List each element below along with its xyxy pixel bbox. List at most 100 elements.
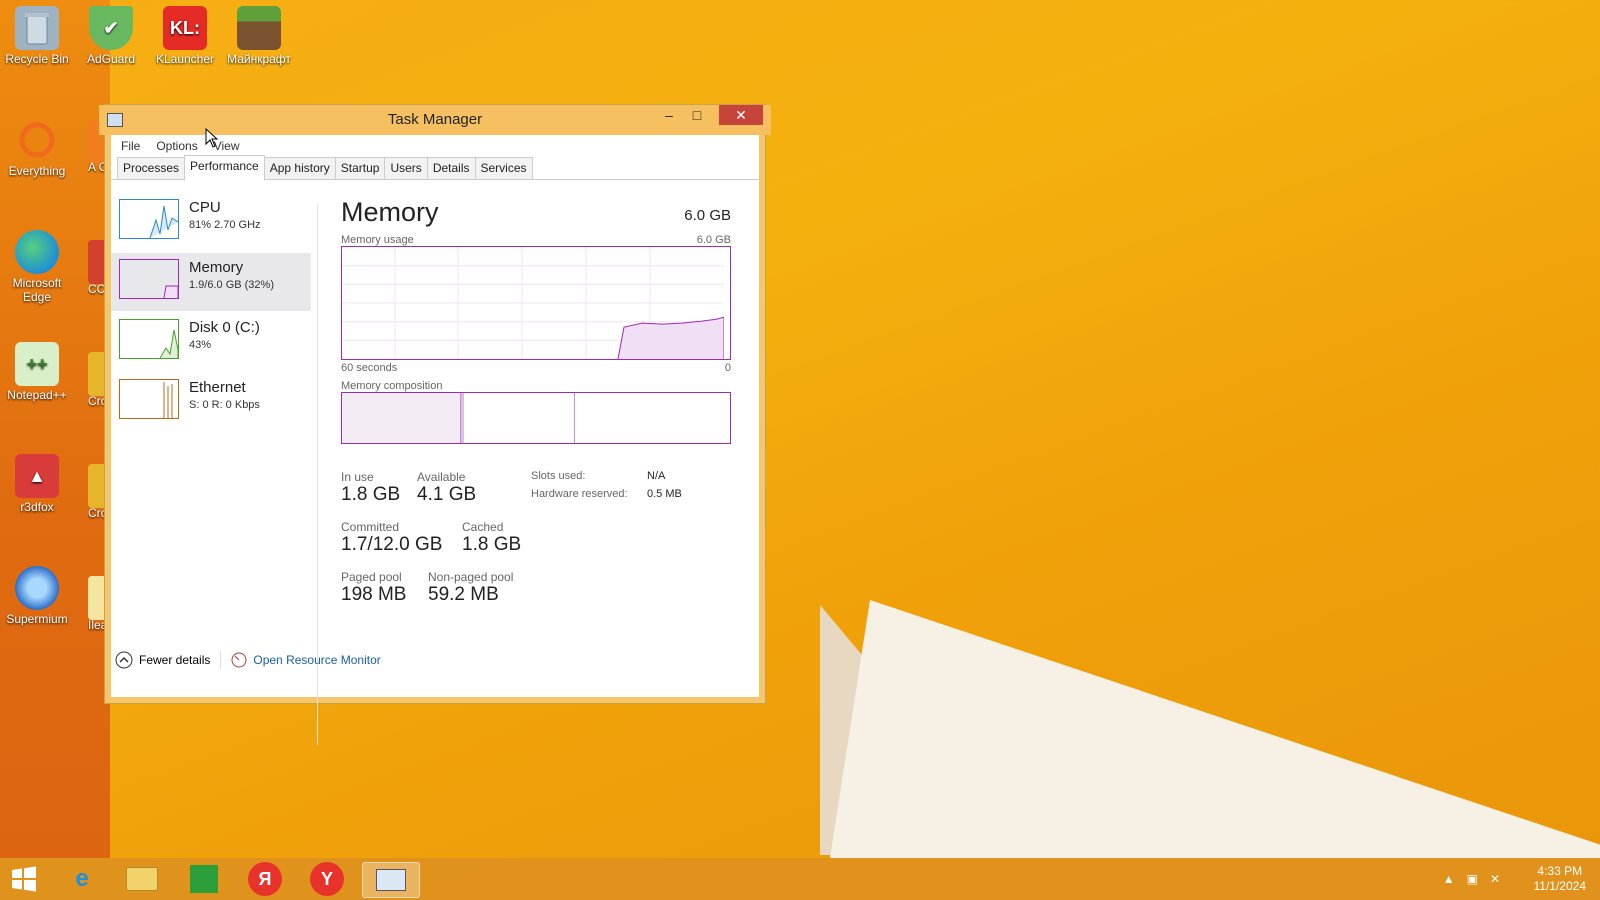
memory-total: 6.0 GB (684, 207, 731, 224)
memory-usage-line (617, 316, 725, 360)
stat-available-value: 4.1 GB (417, 484, 477, 505)
open-resource-monitor-label: Open Resource Monitor (253, 653, 381, 667)
tab-details[interactable]: Details (426, 157, 476, 179)
tab-performance[interactable]: Performance (184, 155, 265, 181)
desktop-icon-edge[interactable]: Microsoft Edge (0, 230, 74, 304)
yandex-browser-icon: Y (320, 868, 333, 889)
sidebar-item-ethernet[interactable]: Ethernet S: 0 R: 0 Kbps (111, 373, 311, 431)
tab-users[interactable]: Users (384, 157, 428, 179)
disk-thumbnail-graph (119, 319, 179, 359)
taskbar-task-manager[interactable] (362, 862, 420, 898)
sidebar-memory-title: Memory (189, 259, 244, 276)
stat-paged-value: 198 MB (341, 584, 407, 605)
performance-sidebar: CPU 81% 2.70 GHz Memory 1.9/6.0 GB (32%)… (111, 193, 311, 433)
supermium-icon (15, 566, 59, 610)
fewer-details-label: Fewer details (139, 653, 211, 667)
sidebar-memory-sub: 1.9/6.0 GB (32%) (189, 279, 274, 291)
desktop-icon-label: Recycle Bin (5, 52, 69, 66)
open-resource-monitor-link[interactable]: Open Resource Monitor (231, 652, 381, 668)
desktop-icon-minecraft[interactable]: Майнкрафт (222, 6, 296, 66)
desktop-icon-everything[interactable]: Everything (0, 118, 74, 178)
ethernet-thumbnail-graph (119, 379, 179, 419)
menu-file[interactable]: File (121, 139, 140, 153)
store-icon (190, 865, 218, 893)
desktop-icon-label: AdGuard (86, 52, 136, 66)
stat-slots-label: Slots used: (531, 470, 586, 482)
stat-cached-value: 1.8 GB (462, 534, 522, 555)
taskbar-yandex-browser[interactable]: Y (310, 862, 344, 896)
stat-slots: Slots used: (531, 470, 585, 482)
desktop-icon-label: r3dfox (20, 500, 54, 514)
desktop-icon-supermium[interactable]: Supermium (0, 566, 74, 626)
tab-app-history[interactable]: App history (263, 157, 336, 179)
graph-right-label: 0 (724, 362, 731, 374)
stat-committed-label: Committed (341, 520, 400, 534)
task-manager-window: Task Manager – □ ✕ File Options View Pro… (99, 104, 771, 745)
taskbar: e Я Y ▲ ▣ ✕ 4:33 PM 11/1/2024 (0, 858, 1600, 900)
desktop-icon-r3dfox[interactable]: ▲ r3dfox (0, 454, 74, 514)
wallpaper-paper (830, 600, 1600, 858)
stat-nonpaged-pool: Non-paged pool 59.2 MB (428, 570, 513, 606)
stat-slots-value: N/A (647, 470, 666, 482)
memory-usage-max: 6.0 GB (696, 234, 731, 246)
volume-muted-icon[interactable]: ✕ (1490, 872, 1500, 886)
yandex-icon: Я (258, 868, 272, 889)
adguard-icon: ✔ (89, 6, 133, 50)
taskbar-internet-explorer[interactable]: e (64, 862, 100, 896)
cpu-thumbnail-graph (119, 199, 179, 239)
notepad-plus-plus-icon: ++ (15, 342, 59, 386)
sidebar-ethernet-sub: S: 0 R: 0 Kbps (189, 399, 260, 411)
close-button[interactable]: ✕ (719, 105, 763, 125)
taskbar-yandex[interactable]: Я (248, 862, 282, 896)
composition-in-use (342, 393, 461, 443)
minimize-button[interactable]: – (655, 105, 683, 125)
start-button[interactable] (6, 862, 42, 896)
memory-usage-graph (341, 246, 731, 360)
footer-separator (220, 651, 222, 669)
title-bar[interactable]: Task Manager – □ ✕ (99, 105, 771, 135)
folder-icon (126, 867, 158, 891)
window-footer: Fewer details Open Resource Monitor (115, 651, 381, 669)
taskbar-file-explorer[interactable] (124, 862, 160, 896)
internet-explorer-icon: e (75, 865, 89, 892)
tray-expand-icon[interactable]: ▲ (1443, 872, 1455, 886)
desktop-icon-label: Everything (8, 164, 66, 178)
klauncher-icon: KL: (163, 6, 207, 50)
stat-hw-label: Hardware reserved: (531, 488, 628, 500)
memory-usage-svg (342, 247, 725, 360)
clock[interactable]: 4:33 PM 11/1/2024 (1534, 864, 1587, 894)
sidebar-item-cpu[interactable]: CPU 81% 2.70 GHz (111, 193, 311, 251)
stat-in-use-value: 1.8 GB (341, 484, 401, 505)
memory-stats: In use 1.8 GB Available 4.1 GB Slots use… (341, 470, 731, 620)
menu-options[interactable]: Options (156, 139, 197, 153)
r3dfox-icon: ▲ (15, 454, 59, 498)
fewer-details-button[interactable]: Fewer details (115, 651, 210, 669)
sidebar-item-memory[interactable]: Memory 1.9/6.0 GB (32%) (111, 253, 311, 311)
stat-in-use-label: In use (341, 470, 374, 484)
tab-processes[interactable]: Processes (117, 157, 186, 179)
sidebar-disk-title: Disk 0 (C:) (189, 319, 260, 336)
tab-services[interactable]: Services (474, 157, 533, 179)
desktop-icon-label: Notepad++ (7, 388, 67, 402)
stat-cached: Cached 1.8 GB (462, 520, 521, 556)
stat-committed: Committed 1.7/12.0 GB (341, 520, 442, 556)
desktop-icon-notepad-plus-plus[interactable]: ++ Notepad++ (0, 342, 74, 402)
stat-cached-label: Cached (462, 520, 504, 534)
windows-logo-icon (12, 866, 36, 892)
desktop-icon-klauncher[interactable]: KL: KLauncher (148, 6, 222, 66)
desktop-icon-recycle-bin[interactable]: Recycle Bin (0, 6, 74, 66)
stat-paged-label: Paged pool (341, 570, 402, 584)
tab-startup[interactable]: Startup (334, 157, 386, 179)
sidebar-item-disk[interactable]: Disk 0 (C:) 43% (111, 313, 311, 371)
edge-icon (15, 230, 59, 274)
stat-nonpaged-value: 59.2 MB (428, 584, 499, 605)
composition-free (575, 393, 730, 443)
taskbar-store[interactable] (186, 862, 222, 896)
composition-standby (464, 393, 575, 443)
tab-bar: Processes Performance App history Startu… (111, 155, 759, 181)
network-icon[interactable]: ▣ (1467, 872, 1478, 886)
stat-committed-value: 1.7/12.0 GB (341, 534, 443, 555)
maximize-button[interactable]: □ (683, 105, 711, 125)
desktop-icon-adguard[interactable]: ✔ AdGuard (74, 6, 148, 66)
memory-thumbnail-graph (119, 259, 179, 299)
